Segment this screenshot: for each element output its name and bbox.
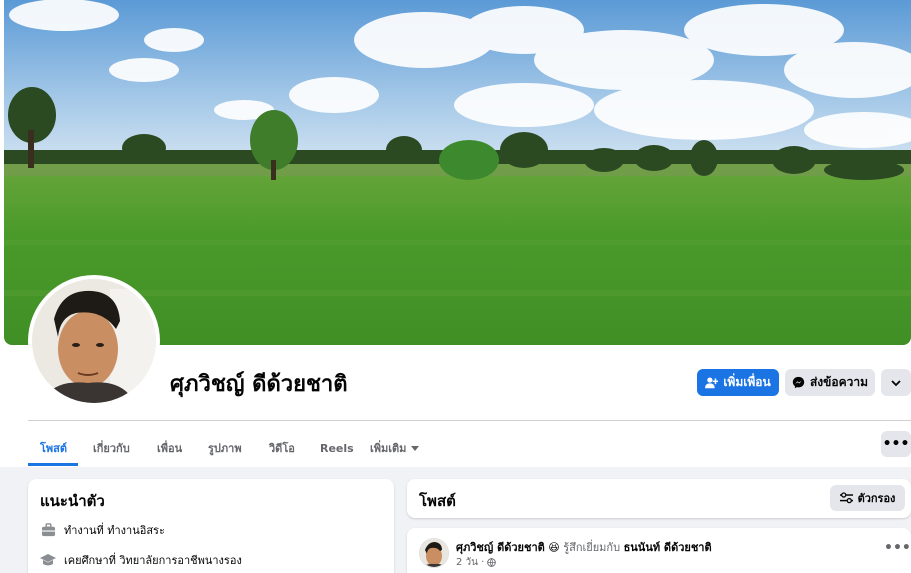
post-options-button[interactable]: ••• (884, 540, 911, 556)
tab-posts[interactable]: โพสต์ (40, 430, 67, 466)
message-button[interactable]: ส่งข้อความ (785, 369, 875, 396)
posts-header-card: โพสต์ ตัวกรอง (407, 479, 911, 518)
post-tagged-name[interactable]: ธนนันท์ ดีด้วยชาติ (624, 541, 712, 554)
filter-label: ตัวกรอง (857, 492, 896, 505)
intro-work-row: ทำงานที่ ทำงานอิสระ (40, 521, 165, 539)
message-label: ส่งข้อความ (809, 375, 868, 389)
intro-education-text: เคยศึกษาที่ วิทยาลัยการอาชีพนางรอง (64, 554, 242, 567)
profile-more-button[interactable]: ••• (881, 431, 911, 457)
tab-label: โพสต์ (40, 442, 68, 455)
filter-button[interactable]: ตัวกรอง (830, 485, 905, 511)
graduation-cap-icon (40, 552, 56, 568)
header-divider (28, 420, 911, 421)
tab-friends[interactable]: เพื่อน (157, 430, 182, 466)
tab-label: Reels (320, 441, 354, 455)
briefcase-icon (40, 522, 56, 538)
filter-icon (839, 492, 853, 504)
tab-videos[interactable]: วิดีโอ (269, 430, 295, 466)
tab-label: เกี่ยวกับ (93, 442, 130, 455)
add-friend-label: เพิ่มเพื่อน (723, 375, 771, 389)
tab-label: เพื่อน (157, 442, 183, 455)
intro-card: แนะนำตัว ทำงานที่ ทำงานอิสระ เคยศึกษาที่… (28, 479, 394, 573)
messenger-icon (792, 376, 805, 389)
profile-name: ศุภวิชญ์ ดีด้วยชาติ (170, 372, 348, 397)
profile-avatar[interactable] (28, 275, 160, 407)
post-header-line: ศุภวิชญ์ ดีด้วยชาติ 😆 รู้สึกเยี่ยมกับ ธน… (456, 538, 712, 556)
post-meta: 2 วัน · (456, 555, 497, 570)
feeling-emoji-icon: 😆 (548, 541, 560, 554)
tab-label: รูปภาพ (208, 442, 242, 455)
intro-education-row: เคยศึกษาที่ วิทยาลัยการอาชีพนางรอง (40, 551, 242, 569)
tab-label: เพิ่มเติม (370, 442, 407, 455)
post-author-avatar[interactable] (419, 538, 449, 568)
add-friend-icon (705, 377, 719, 389)
post-timestamp[interactable]: 2 วัน · (456, 555, 484, 570)
post-author-name[interactable]: ศุภวิชญ์ ดีด้วยชาติ (456, 541, 545, 554)
globe-icon (487, 558, 497, 567)
caret-down-icon (411, 446, 420, 451)
tab-about[interactable]: เกี่ยวกับ (93, 430, 130, 466)
more-actions-button[interactable] (881, 369, 911, 396)
tab-reels[interactable]: Reels (320, 430, 354, 466)
more-dots-icon: ••• (884, 540, 911, 556)
active-tab-indicator (28, 463, 78, 466)
post-feeling-text: รู้สึกเยี่ยมกับ (563, 541, 621, 554)
post-card: ศุภวิชญ์ ดีด้วยชาติ 😆 รู้สึกเยี่ยมกับ ธน… (407, 528, 911, 573)
posts-title: โพสต์ (419, 492, 456, 510)
chevron-down-icon (891, 379, 901, 386)
intro-work-text: ทำงานที่ ทำงานอิสระ (64, 524, 165, 537)
intro-title: แนะนำตัว (40, 492, 105, 510)
tab-more[interactable]: เพิ่มเติม (370, 430, 420, 466)
tab-photos[interactable]: รูปภาพ (208, 430, 242, 466)
add-friend-button[interactable]: เพิ่มเพื่อน (697, 369, 779, 396)
profile-header: ศุภวิชญ์ ดีด้วยชาติ เพิ่มเพื่อน ส่งข้อคว… (0, 0, 911, 467)
tab-label: วิดีโอ (269, 442, 295, 455)
more-dots-icon: ••• (882, 436, 910, 452)
